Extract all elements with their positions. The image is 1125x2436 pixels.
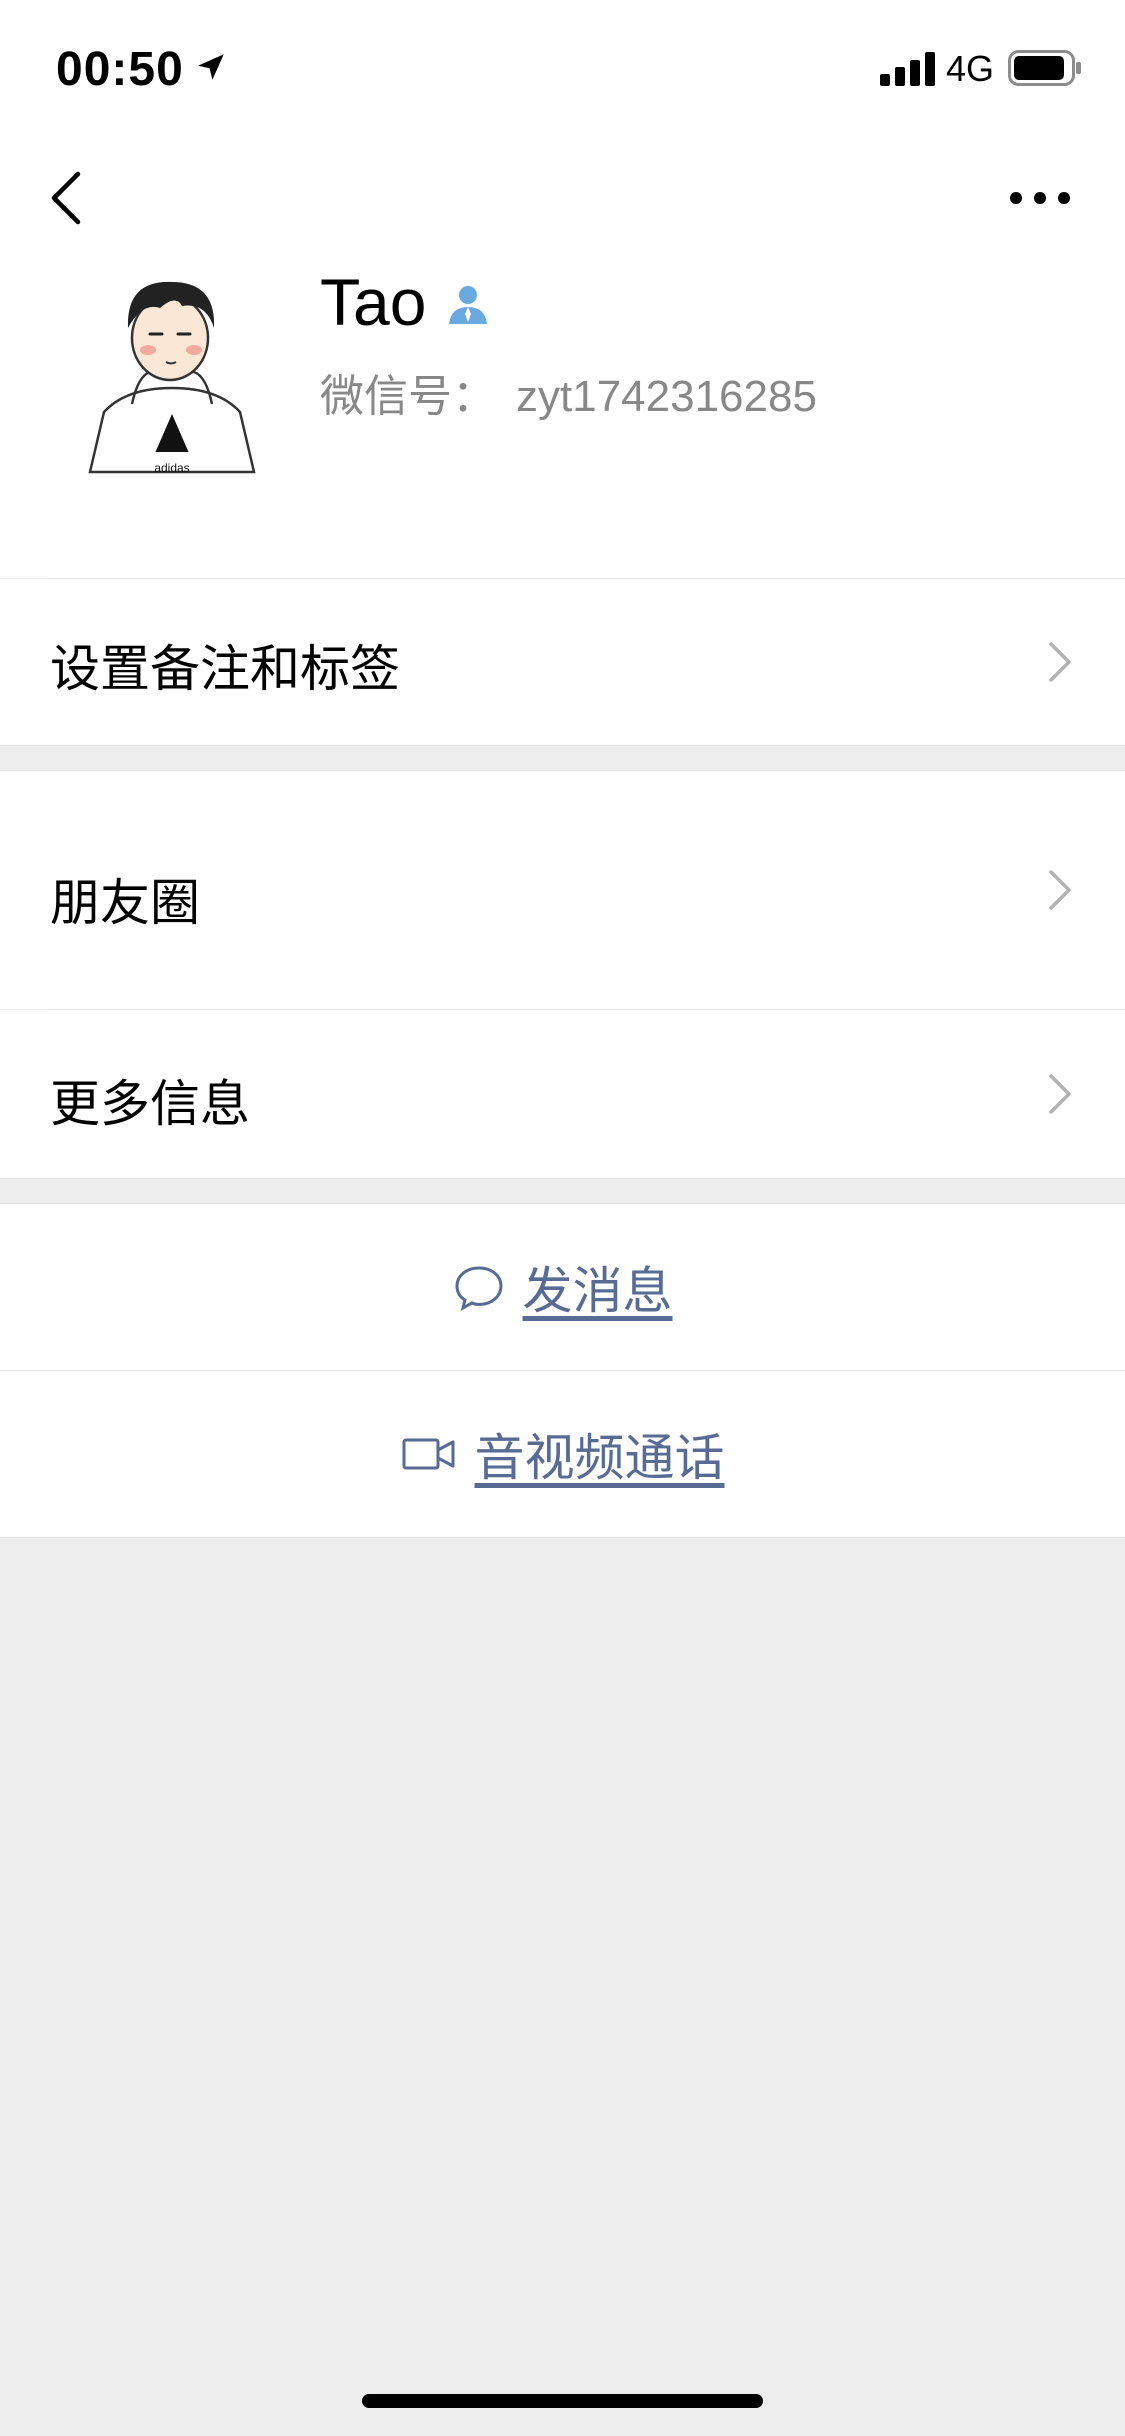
send-message-button[interactable]: 发消息 bbox=[0, 1204, 1125, 1370]
divider bbox=[0, 1537, 1125, 1538]
profile-name: Tao bbox=[320, 265, 427, 339]
wechat-id-value: zyt1742316285 bbox=[516, 372, 817, 421]
chevron-right-icon bbox=[1049, 642, 1071, 682]
more-dots-icon[interactable] bbox=[1008, 184, 1072, 212]
send-message-label: 发消息 bbox=[522, 1262, 673, 1320]
avatar[interactable]: adidas bbox=[86, 272, 258, 478]
divider bbox=[0, 1178, 1125, 1179]
battery-icon bbox=[1008, 50, 1081, 86]
more-info-row[interactable]: 更多信息 bbox=[0, 1010, 1125, 1178]
chevron-right-icon bbox=[1049, 870, 1071, 910]
location-arrow-icon bbox=[198, 54, 224, 80]
moments-row[interactable]: 朋友圈 bbox=[0, 771, 1125, 1009]
home-indicator[interactable] bbox=[362, 2394, 763, 2408]
chat-bubble-icon bbox=[454, 1266, 503, 1311]
video-camera-icon bbox=[402, 1438, 454, 1470]
av-call-label: 音视频通话 bbox=[474, 1429, 725, 1487]
wechat-id: 微信号： zyt1742316285 bbox=[320, 360, 817, 424]
av-call-button[interactable]: 音视频通话 bbox=[0, 1371, 1125, 1537]
more-info-label: 更多信息 bbox=[50, 1075, 250, 1133]
chevron-right-icon bbox=[1049, 1074, 1071, 1114]
status-time: 00:50 bbox=[56, 43, 184, 96]
contact-person-icon bbox=[449, 286, 487, 324]
moments-label: 朋友圈 bbox=[50, 874, 200, 932]
network-type: 4G bbox=[946, 48, 995, 89]
divider bbox=[0, 745, 1125, 746]
signal-icon bbox=[880, 52, 935, 86]
status-bar: 00:50 4G bbox=[0, 0, 1125, 132]
remarks-tags-row[interactable]: 设置备注和标签 bbox=[0, 579, 1125, 745]
wechat-id-label: 微信号： bbox=[320, 372, 496, 421]
svg-text:adidas: adidas bbox=[154, 461, 189, 475]
back-chevron-icon[interactable] bbox=[46, 168, 86, 228]
remarks-tags-label: 设置备注和标签 bbox=[50, 640, 400, 698]
